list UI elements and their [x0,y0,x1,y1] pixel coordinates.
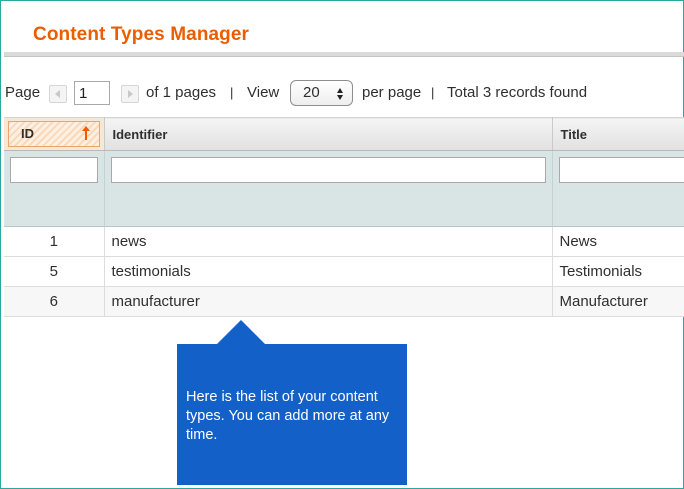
title-divider [4,52,684,57]
table-row[interactable]: 1 news News [4,226,684,257]
chevron-left-icon [55,90,60,98]
total-records-text: Total 3 records found [447,84,588,101]
previous-page-button[interactable] [49,85,67,103]
tooltip-pointer [217,320,265,344]
sort-ascending-icon [81,125,91,141]
pager-separator: | [431,85,435,100]
cell-title: Manufacturer [552,286,684,317]
next-page-button[interactable] [121,85,139,103]
column-header-identifier[interactable]: Identifier [104,117,553,151]
table-row[interactable]: 5 testimonials Testimonials [4,256,684,287]
column-header-label: ID [21,126,34,141]
filter-row [4,150,684,227]
page-title: Content Types Manager [33,24,250,45]
cell-title: News [552,226,684,257]
column-header-title[interactable]: Title [552,117,684,151]
page-number-input[interactable] [74,81,110,105]
cell-identifier: testimonials [104,256,553,287]
tooltip-text: Here is the list of your content types. … [186,389,390,443]
cell-id: 6 [4,286,105,317]
cell-identifier: manufacturer [104,286,553,317]
cell-identifier: news [104,226,553,257]
stepper-down-icon [337,95,343,100]
table-row[interactable]: 6 manufacturer Manufacturer [4,286,684,317]
view-label: View [247,84,280,101]
pager-separator: | [230,85,234,100]
column-header-id[interactable]: ID [4,117,105,151]
filter-identifier-input[interactable] [110,157,546,183]
stepper-up-icon [337,88,343,93]
cell-id: 5 [4,256,105,287]
filter-id-input[interactable] [10,157,98,183]
per-page-select[interactable]: 20 [290,80,353,106]
content-types-grid: ID Identifier Title 1 news News 5 testim… [4,117,684,317]
per-page-label: per page [362,84,422,101]
cell-id: 1 [4,226,105,257]
filter-title-input[interactable] [558,157,684,183]
help-tooltip: Here is the list of your content types. … [177,344,407,485]
page-label: Page [5,84,41,101]
pager-toolbar: Page of 1 pages | View 20 per page | Tot… [5,80,684,106]
chevron-right-icon [128,90,133,98]
page-count-text: of 1 pages [146,84,217,101]
cell-title: Testimonials [552,256,684,287]
per-page-value: 20 [303,84,320,101]
